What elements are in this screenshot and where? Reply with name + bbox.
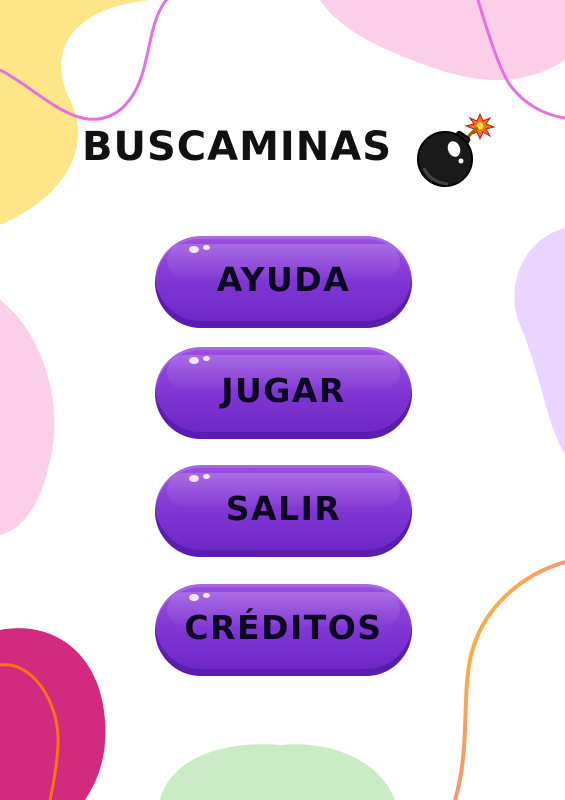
pink-blob-top	[320, 0, 565, 80]
salir-button[interactable]: SALIR	[155, 465, 412, 557]
jugar-button[interactable]: JUGAR	[155, 347, 412, 439]
ayuda-button[interactable]: AYUDA	[155, 236, 412, 328]
gradient-line	[453, 560, 565, 800]
lilac-blob	[514, 228, 565, 455]
ayuda-label: AYUDA	[216, 259, 351, 299]
magenta-blob	[0, 628, 106, 800]
salir-label: SALIR	[225, 488, 342, 528]
creditos-label: CRÉDITOS	[184, 607, 383, 647]
jugar-label: JUGAR	[221, 370, 346, 410]
creditos-button[interactable]: CRÉDITOS	[155, 584, 412, 676]
green-blob	[160, 744, 395, 800]
title-row: Buscaminas	[0, 108, 565, 188]
page-title: Buscaminas	[82, 124, 393, 170]
pink-blob-left	[0, 300, 55, 535]
bomb-icon	[417, 112, 496, 187]
